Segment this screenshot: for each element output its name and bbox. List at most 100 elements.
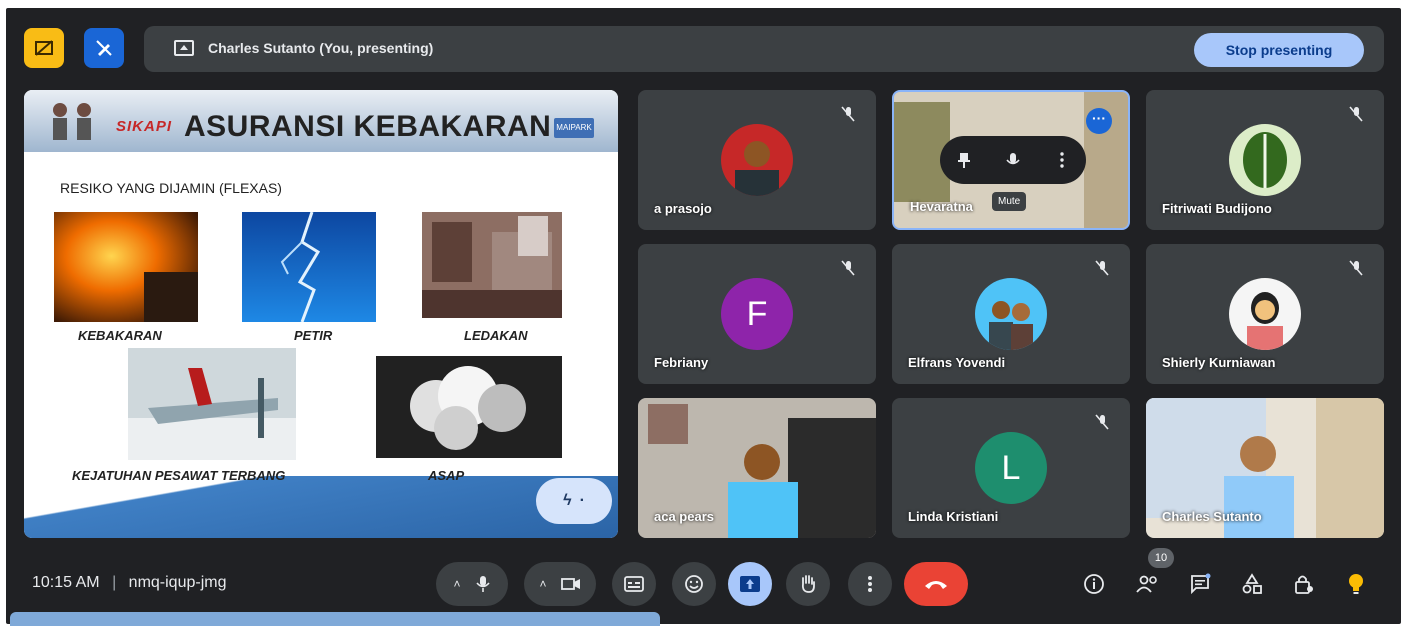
- hang-up-icon: [925, 581, 947, 589]
- lightning-image: [242, 212, 376, 322]
- pen-off-icon: [96, 40, 112, 56]
- people-icon: [1136, 575, 1157, 593]
- avatar-initial: F: [721, 278, 793, 350]
- slide-subtitle: RESIKO YANG DIJAMIN (FLEXAS): [60, 180, 282, 196]
- fire-image: [54, 212, 198, 322]
- couple-photo-icon: [989, 301, 1033, 350]
- participant-tile-charles-self[interactable]: Charles Sutanto: [1146, 398, 1384, 538]
- info-icon: [1084, 574, 1104, 594]
- slide-footer-swoosh: [24, 476, 618, 538]
- avatar-photo: [721, 124, 793, 196]
- presenting-banner: Charles Sutanto (You, presenting) Stop p…: [144, 26, 1384, 72]
- more-vert-icon: [868, 576, 872, 592]
- caption-lightning: PETIR: [294, 328, 333, 343]
- participant-tile-hevaratna[interactable]: ··· Mute Hevaratna: [892, 90, 1130, 230]
- participant-name: Hevaratna: [910, 199, 973, 214]
- presenting-label: Charles Sutanto (You, presenting): [208, 40, 434, 56]
- more-vert-icon[interactable]: [1053, 151, 1071, 169]
- participant-tile-shierly[interactable]: Shierly Kurniawan: [1146, 244, 1384, 384]
- avatar-photo: [1229, 124, 1301, 196]
- more-options-button[interactable]: ···: [1086, 108, 1112, 134]
- meet-window: Charles Sutanto (You, presenting) Stop p…: [6, 8, 1401, 624]
- participant-tile-fitriwati[interactable]: Fitriwati Budijono: [1146, 90, 1384, 230]
- airplane-crash-image: [128, 348, 296, 460]
- participant-name: Febriany: [654, 355, 709, 370]
- smoke-image: [376, 356, 562, 458]
- mic-off-icon: [1095, 260, 1109, 276]
- companion-button[interactable]: [1342, 570, 1370, 598]
- dropdown-dot-icon: ·: [579, 492, 585, 509]
- chat-button[interactable]: [1186, 570, 1214, 598]
- participant-name: Linda Kristiani: [908, 509, 999, 524]
- present-now-button[interactable]: [728, 562, 772, 606]
- shared-slide: SIKAPI ASURANSI KEBAKARAN MAIPARK RESIKO…: [24, 90, 618, 538]
- mic-off-icon: [841, 260, 855, 276]
- separator: |: [112, 574, 117, 591]
- leave-call-button[interactable]: [904, 562, 968, 606]
- mic-off-icon: [1095, 414, 1109, 430]
- camera-control[interactable]: ˄: [524, 562, 596, 606]
- participant-tile-febriany[interactable]: F Febriany: [638, 244, 876, 384]
- explosion-image: [422, 212, 562, 318]
- reactions-button[interactable]: [672, 562, 716, 606]
- mascot-logo: [53, 103, 91, 140]
- chevron-up-icon[interactable]: ˄: [453, 577, 460, 591]
- current-time: 10:15 AM: [32, 574, 100, 591]
- pin-icon[interactable]: [955, 151, 973, 169]
- quick-action-button[interactable]: ϟ ·: [536, 478, 612, 524]
- participant-name: Fitriwati Budijono: [1162, 201, 1272, 216]
- raise-hand-button[interactable]: [786, 562, 830, 606]
- microphone-control[interactable]: ˄: [436, 562, 508, 606]
- chat-icon: [1191, 573, 1211, 595]
- host-controls-button[interactable]: [1290, 570, 1318, 598]
- slide-title: ASURANSI KEBAKARAN: [184, 110, 552, 143]
- avatar-initial: L: [975, 432, 1047, 504]
- meeting-info: 10:15 AM | nmq-iqup-jmg: [32, 574, 226, 592]
- people-button[interactable]: [1134, 570, 1162, 598]
- mute-participant-icon[interactable]: [1004, 151, 1022, 169]
- mic-off-icon: [1349, 106, 1363, 122]
- camera-off-indicator-button[interactable]: [24, 28, 64, 68]
- microphone-icon: [475, 576, 490, 592]
- participant-tile-elfrans[interactable]: Elfrans Yovendi: [892, 244, 1130, 384]
- leaf-photo-icon: [1243, 132, 1287, 188]
- mic-off-icon: [1349, 260, 1363, 276]
- participant-name: aca pears: [654, 509, 714, 524]
- closed-captions-icon: [624, 576, 644, 592]
- present-screen-icon: [174, 40, 194, 56]
- participant-tile-aca-pears[interactable]: aca pears: [638, 398, 876, 538]
- participant-tile-a-prasojo[interactable]: a prasojo: [638, 90, 876, 230]
- participant-name: Shierly Kurniawan: [1162, 355, 1276, 370]
- present-screen-icon: [740, 576, 760, 592]
- stop-presenting-button[interactable]: Stop presenting: [1194, 33, 1364, 67]
- person-photo-icon: [735, 141, 779, 196]
- annotate-button[interactable]: [84, 28, 124, 68]
- more-options-button[interactable]: [848, 562, 892, 606]
- hand-icon: [801, 575, 815, 593]
- caption-explosion: LEDAKAN: [464, 328, 528, 343]
- lightbulb-icon: [1349, 574, 1363, 594]
- caption-smoke: ASAP: [428, 468, 465, 483]
- chevron-up-icon[interactable]: ˄: [539, 577, 546, 591]
- meeting-details-button[interactable]: [1080, 570, 1108, 598]
- slide-brand: SIKAPI: [116, 118, 173, 135]
- avatar-photo: [1229, 278, 1301, 350]
- shapes-icon: [1242, 573, 1262, 594]
- activities-button[interactable]: [1238, 570, 1266, 598]
- video-camera-icon: [560, 578, 580, 590]
- meeting-code: nmq-iqup-jmg: [128, 574, 227, 591]
- avatar-photo: [975, 278, 1047, 350]
- caption-fire: KEBAKARAN: [78, 328, 162, 343]
- slide-badge: MAIPARK: [554, 118, 594, 138]
- tile-hover-controls: [940, 136, 1086, 184]
- emoji-icon: [685, 575, 703, 593]
- participant-name: Elfrans Yovendi: [908, 355, 1006, 370]
- captions-button[interactable]: [612, 562, 656, 606]
- caption-airplane: KEJATUHAN PESAWAT TERBANG: [72, 468, 286, 483]
- participant-name: a prasojo: [654, 201, 712, 216]
- participant-tile-linda[interactable]: L Linda Kristiani: [892, 398, 1130, 538]
- mute-tooltip: Mute: [992, 192, 1027, 211]
- participant-count-badge: 10: [1148, 548, 1174, 568]
- camera-off-icon: [35, 40, 53, 56]
- participant-name: Charles Sutanto: [1162, 509, 1262, 524]
